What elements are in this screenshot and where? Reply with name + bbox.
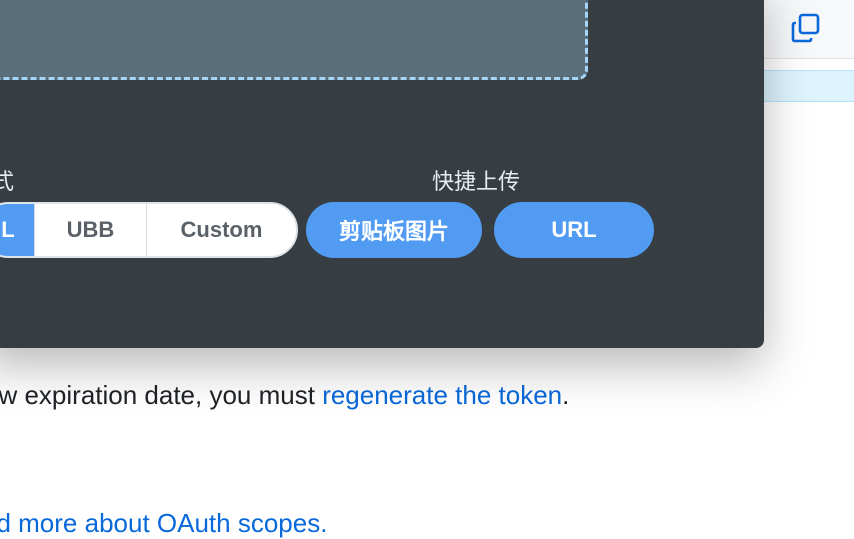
format-option-ubb[interactable]: UBB: [35, 204, 147, 256]
copy-icon: [791, 13, 820, 43]
regenerate-token-link[interactable]: regenerate the token: [322, 380, 562, 410]
format-option-html[interactable]: L: [0, 204, 35, 256]
token-text-suffix: .: [562, 380, 570, 410]
format-selector: L UBB Custom: [0, 202, 298, 258]
info-banner: [764, 70, 854, 102]
clipboard-image-button[interactable]: 剪贴板图片: [306, 202, 482, 258]
url-upload-button[interactable]: URL: [494, 202, 654, 258]
oauth-scopes-link[interactable]: ad more about OAuth scopes.: [0, 508, 327, 539]
format-option-custom[interactable]: Custom: [147, 204, 296, 256]
quick-upload-label: 快捷上传: [432, 169, 521, 194]
upload-dropzone[interactable]: [0, 0, 588, 80]
copy-button[interactable]: [790, 12, 822, 44]
token-text-prefix: ew expiration date, you must: [0, 380, 323, 410]
token-expiration-text: ew expiration date, you must regenerate …: [0, 380, 838, 411]
format-section-label: 式: [0, 169, 15, 194]
